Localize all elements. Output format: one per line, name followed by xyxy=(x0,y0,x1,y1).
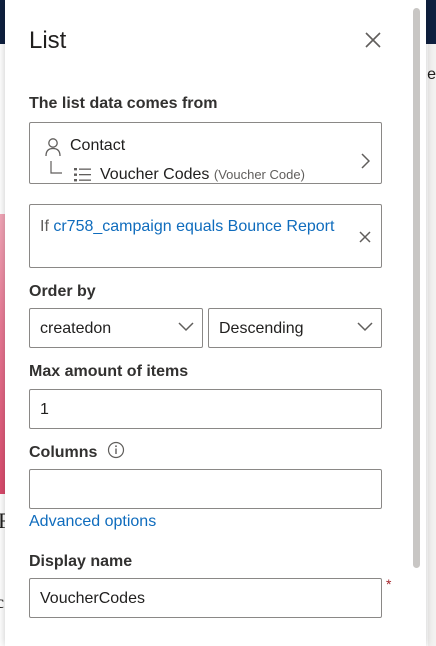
background-text-fragment: c xyxy=(0,592,4,613)
chevron-right-icon xyxy=(361,153,370,169)
display-name-input[interactable]: VoucherCodes xyxy=(29,578,382,618)
order-by-field-dropdown[interactable]: createdon xyxy=(29,308,203,348)
person-icon xyxy=(45,138,61,157)
chevron-down-icon xyxy=(178,322,194,332)
list-icon xyxy=(74,168,91,182)
background-text-fragment: e xyxy=(427,66,436,83)
columns-input[interactable] xyxy=(29,469,382,509)
panel-scrollbar[interactable] xyxy=(413,8,420,568)
data-source-related-list: Voucher Codes (Voucher Code) xyxy=(100,166,305,184)
related-list-name: Voucher Codes xyxy=(100,166,210,183)
list-properties-panel: List The list data comes from Contact Vo… xyxy=(5,0,426,646)
close-button[interactable] xyxy=(361,28,385,52)
filter-text: If cr758_campaign equals Bounce Report xyxy=(40,215,350,238)
chevron-down-icon xyxy=(357,322,373,332)
info-icon[interactable] xyxy=(107,441,125,459)
columns-label: Columns xyxy=(29,444,98,461)
order-by-label: Order by xyxy=(29,283,96,300)
order-by-direction-dropdown[interactable]: Descending xyxy=(208,308,382,348)
data-source-entity: Contact xyxy=(70,137,126,154)
panel-title: List xyxy=(29,27,67,54)
max-items-input[interactable]: 1 xyxy=(29,389,382,429)
data-source-label: The list data comes from xyxy=(29,95,218,112)
data-source-selector[interactable]: Contact Voucher Codes (Voucher Code) xyxy=(29,122,382,184)
order-by-direction-value: Descending xyxy=(219,320,304,337)
filter-prefix: If xyxy=(40,218,49,235)
filter-condition[interactable]: If cr758_campaign equals Bounce Report xyxy=(29,204,382,268)
related-list-schema: (Voucher Code) xyxy=(213,167,305,182)
clear-filter-icon[interactable] xyxy=(358,230,372,244)
required-indicator: * xyxy=(386,576,392,592)
filter-condition-text: cr758_campaign equals Bounce Report xyxy=(53,218,335,235)
display-name-value: VoucherCodes xyxy=(40,590,145,607)
max-items-label: Max amount of items xyxy=(29,363,189,380)
background-app-strip xyxy=(428,44,436,646)
display-name-label: Display name xyxy=(29,553,133,570)
order-by-field-value: createdon xyxy=(40,320,112,337)
close-icon xyxy=(365,32,381,48)
tree-connector-icon xyxy=(50,161,62,174)
advanced-options-link[interactable]: Advanced options xyxy=(29,513,156,531)
max-items-value: 1 xyxy=(40,401,49,418)
